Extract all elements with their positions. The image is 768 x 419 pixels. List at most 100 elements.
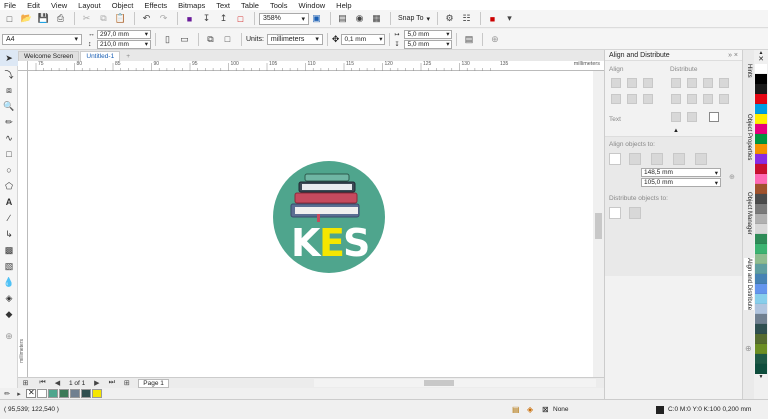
polygon-tool-icon[interactable]: ⬠	[0, 178, 18, 194]
palette-swatch[interactable]	[755, 94, 767, 104]
application-launcher-icon[interactable]: ☷	[459, 11, 474, 26]
palette-swatch[interactable]	[755, 344, 767, 354]
menu-bitmaps[interactable]: Bitmaps	[178, 1, 205, 10]
snap-to-dropdown[interactable]: Snap To ▾	[395, 13, 433, 25]
palette-swatch[interactable]	[755, 244, 767, 254]
vertical-scrollbar[interactable]	[593, 71, 604, 377]
align-to-point-icon[interactable]	[695, 153, 707, 165]
align-to-active-icon[interactable]	[609, 153, 621, 165]
save-icon[interactable]: 💾	[36, 11, 51, 26]
palette-swatch[interactable]	[755, 334, 767, 344]
document-color-swatch[interactable]	[70, 389, 80, 398]
connector-tool-icon[interactable]: ↳	[0, 226, 18, 242]
publish-pdf-icon[interactable]: □	[233, 11, 248, 26]
horizontal-ruler[interactable]: 75 80 85 90 95 100 105 110 115 120 125 130 135 milli…	[28, 61, 604, 71]
cut-icon[interactable]: ✂	[79, 11, 94, 26]
distribute-to-page-icon[interactable]	[629, 207, 641, 219]
zoom-fit-icon[interactable]: ▣	[309, 11, 324, 26]
palette-swatch[interactable]	[755, 194, 767, 204]
copy-icon[interactable]: ⧉	[96, 11, 111, 26]
zoom-level[interactable]: 358% ▾	[259, 12, 309, 25]
menu-window[interactable]: Window	[298, 1, 325, 10]
palette-swatch[interactable]	[755, 104, 767, 114]
distribute-top-icon[interactable]	[671, 94, 681, 104]
import-icon[interactable]: ↧	[199, 11, 214, 26]
document-color-swatch[interactable]	[81, 389, 91, 398]
menu-table[interactable]: Table	[241, 1, 259, 10]
document-color-swatch[interactable]	[48, 389, 58, 398]
text-first-line-icon[interactable]	[671, 112, 681, 122]
page-size-dropdown[interactable]: A4 ▾	[2, 33, 82, 45]
align-y-field[interactable]: 105,0 mm ▾	[641, 178, 721, 187]
align-to-grid-icon[interactable]	[673, 153, 685, 165]
palette-swatch[interactable]	[755, 294, 767, 304]
all-pages-icon[interactable]: ⧉	[203, 32, 218, 47]
text-bbox-icon[interactable]	[709, 112, 719, 122]
palette-swatch[interactable]	[755, 84, 767, 94]
shape-tool-icon[interactable]: ⤵	[0, 66, 18, 82]
align-left-icon[interactable]	[611, 78, 621, 88]
add-preset-icon[interactable]: ⊕	[487, 32, 502, 47]
horizontal-scrollbar[interactable]	[314, 379, 596, 387]
palette-swatch[interactable]	[755, 204, 767, 214]
palette-swatch[interactable]	[755, 144, 767, 154]
text-last-line-icon[interactable]	[687, 112, 697, 122]
print-icon[interactable]: ⎙	[53, 11, 68, 26]
palette-swatch[interactable]	[755, 284, 767, 294]
show-grid-icon[interactable]: ▦	[369, 11, 384, 26]
no-color-swatch[interactable]: ✕	[26, 388, 36, 398]
palette-swatch[interactable]	[755, 314, 767, 324]
interactive-fill-icon[interactable]: ◈	[0, 290, 18, 306]
current-page-icon[interactable]: □	[220, 32, 235, 47]
no-fill-swatch[interactable]: ✕	[755, 56, 767, 64]
palette-swatch[interactable]	[755, 74, 767, 84]
align-center-h-icon[interactable]	[627, 78, 637, 88]
color-proof-icon[interactable]: ■	[485, 11, 500, 26]
palette-swatch[interactable]	[755, 264, 767, 274]
menu-layout[interactable]: Layout	[78, 1, 101, 10]
palette-swatch[interactable]	[755, 64, 767, 74]
add-tab-icon[interactable]: +	[121, 51, 135, 61]
portrait-icon[interactable]: ▯	[160, 32, 175, 47]
align-to-page-edge-icon[interactable]	[629, 153, 641, 165]
horizontal-scroll-thumb[interactable]	[424, 380, 454, 386]
palette-swatch[interactable]	[755, 124, 767, 134]
new-icon[interactable]: □	[2, 11, 17, 26]
menu-view[interactable]: View	[51, 1, 67, 10]
tab-welcome-screen[interactable]: Welcome Screen	[18, 51, 80, 61]
palette-swatch[interactable]	[755, 214, 767, 224]
target-icon[interactable]: ⊕	[729, 173, 735, 181]
document-color-swatch[interactable]	[92, 389, 102, 398]
vertical-scroll-thumb[interactable]	[595, 213, 602, 239]
parallel-dimension-icon[interactable]: ∕	[0, 210, 18, 226]
tab-object-manager[interactable]: Object Manager	[744, 192, 754, 235]
smart-fill-icon[interactable]: ◆	[0, 306, 18, 322]
palette-swatch[interactable]	[755, 364, 767, 374]
palette-swatch[interactable]	[755, 304, 767, 314]
crop-tool-icon[interactable]: ⧈	[0, 82, 18, 98]
palette-swatch[interactable]	[755, 354, 767, 364]
palette-swatch[interactable]	[755, 234, 767, 244]
menu-object[interactable]: Object	[112, 1, 134, 10]
duplicate-y-field[interactable]: 5,0 mm ▾	[404, 39, 453, 49]
distribute-center-v-icon[interactable]	[687, 94, 697, 104]
palette-swatch[interactable]	[755, 164, 767, 174]
palette-swatch[interactable]	[755, 184, 767, 194]
document-color-swatch[interactable]	[59, 389, 69, 398]
units-dropdown[interactable]: millimeters ▾	[266, 33, 323, 45]
treat-as-filled-icon[interactable]: ▤	[461, 32, 476, 47]
page-height-field[interactable]: 210,0 mm ▾	[97, 39, 151, 49]
tab-hints[interactable]: Hints	[744, 64, 754, 78]
palette-swatch[interactable]	[755, 114, 767, 124]
palette-swatch[interactable]	[755, 274, 767, 284]
duplicate-x-field[interactable]: 5,0 mm ▾	[404, 29, 453, 39]
redo-icon[interactable]: ↷	[156, 11, 171, 26]
palette-scroll-down-icon[interactable]: ▼	[754, 374, 768, 380]
page-tab-1[interactable]: Page 1	[138, 378, 169, 388]
distribute-center-h-icon[interactable]	[687, 78, 697, 88]
page-width-field[interactable]: 297,0 mm ▾	[97, 29, 151, 39]
tab-align-and-distribute[interactable]: Align and Distribute	[744, 258, 754, 311]
docker-controls[interactable]: » ×	[728, 52, 738, 59]
palette-swatch[interactable]	[755, 254, 767, 264]
vertical-ruler[interactable]: millimeters	[18, 71, 28, 377]
